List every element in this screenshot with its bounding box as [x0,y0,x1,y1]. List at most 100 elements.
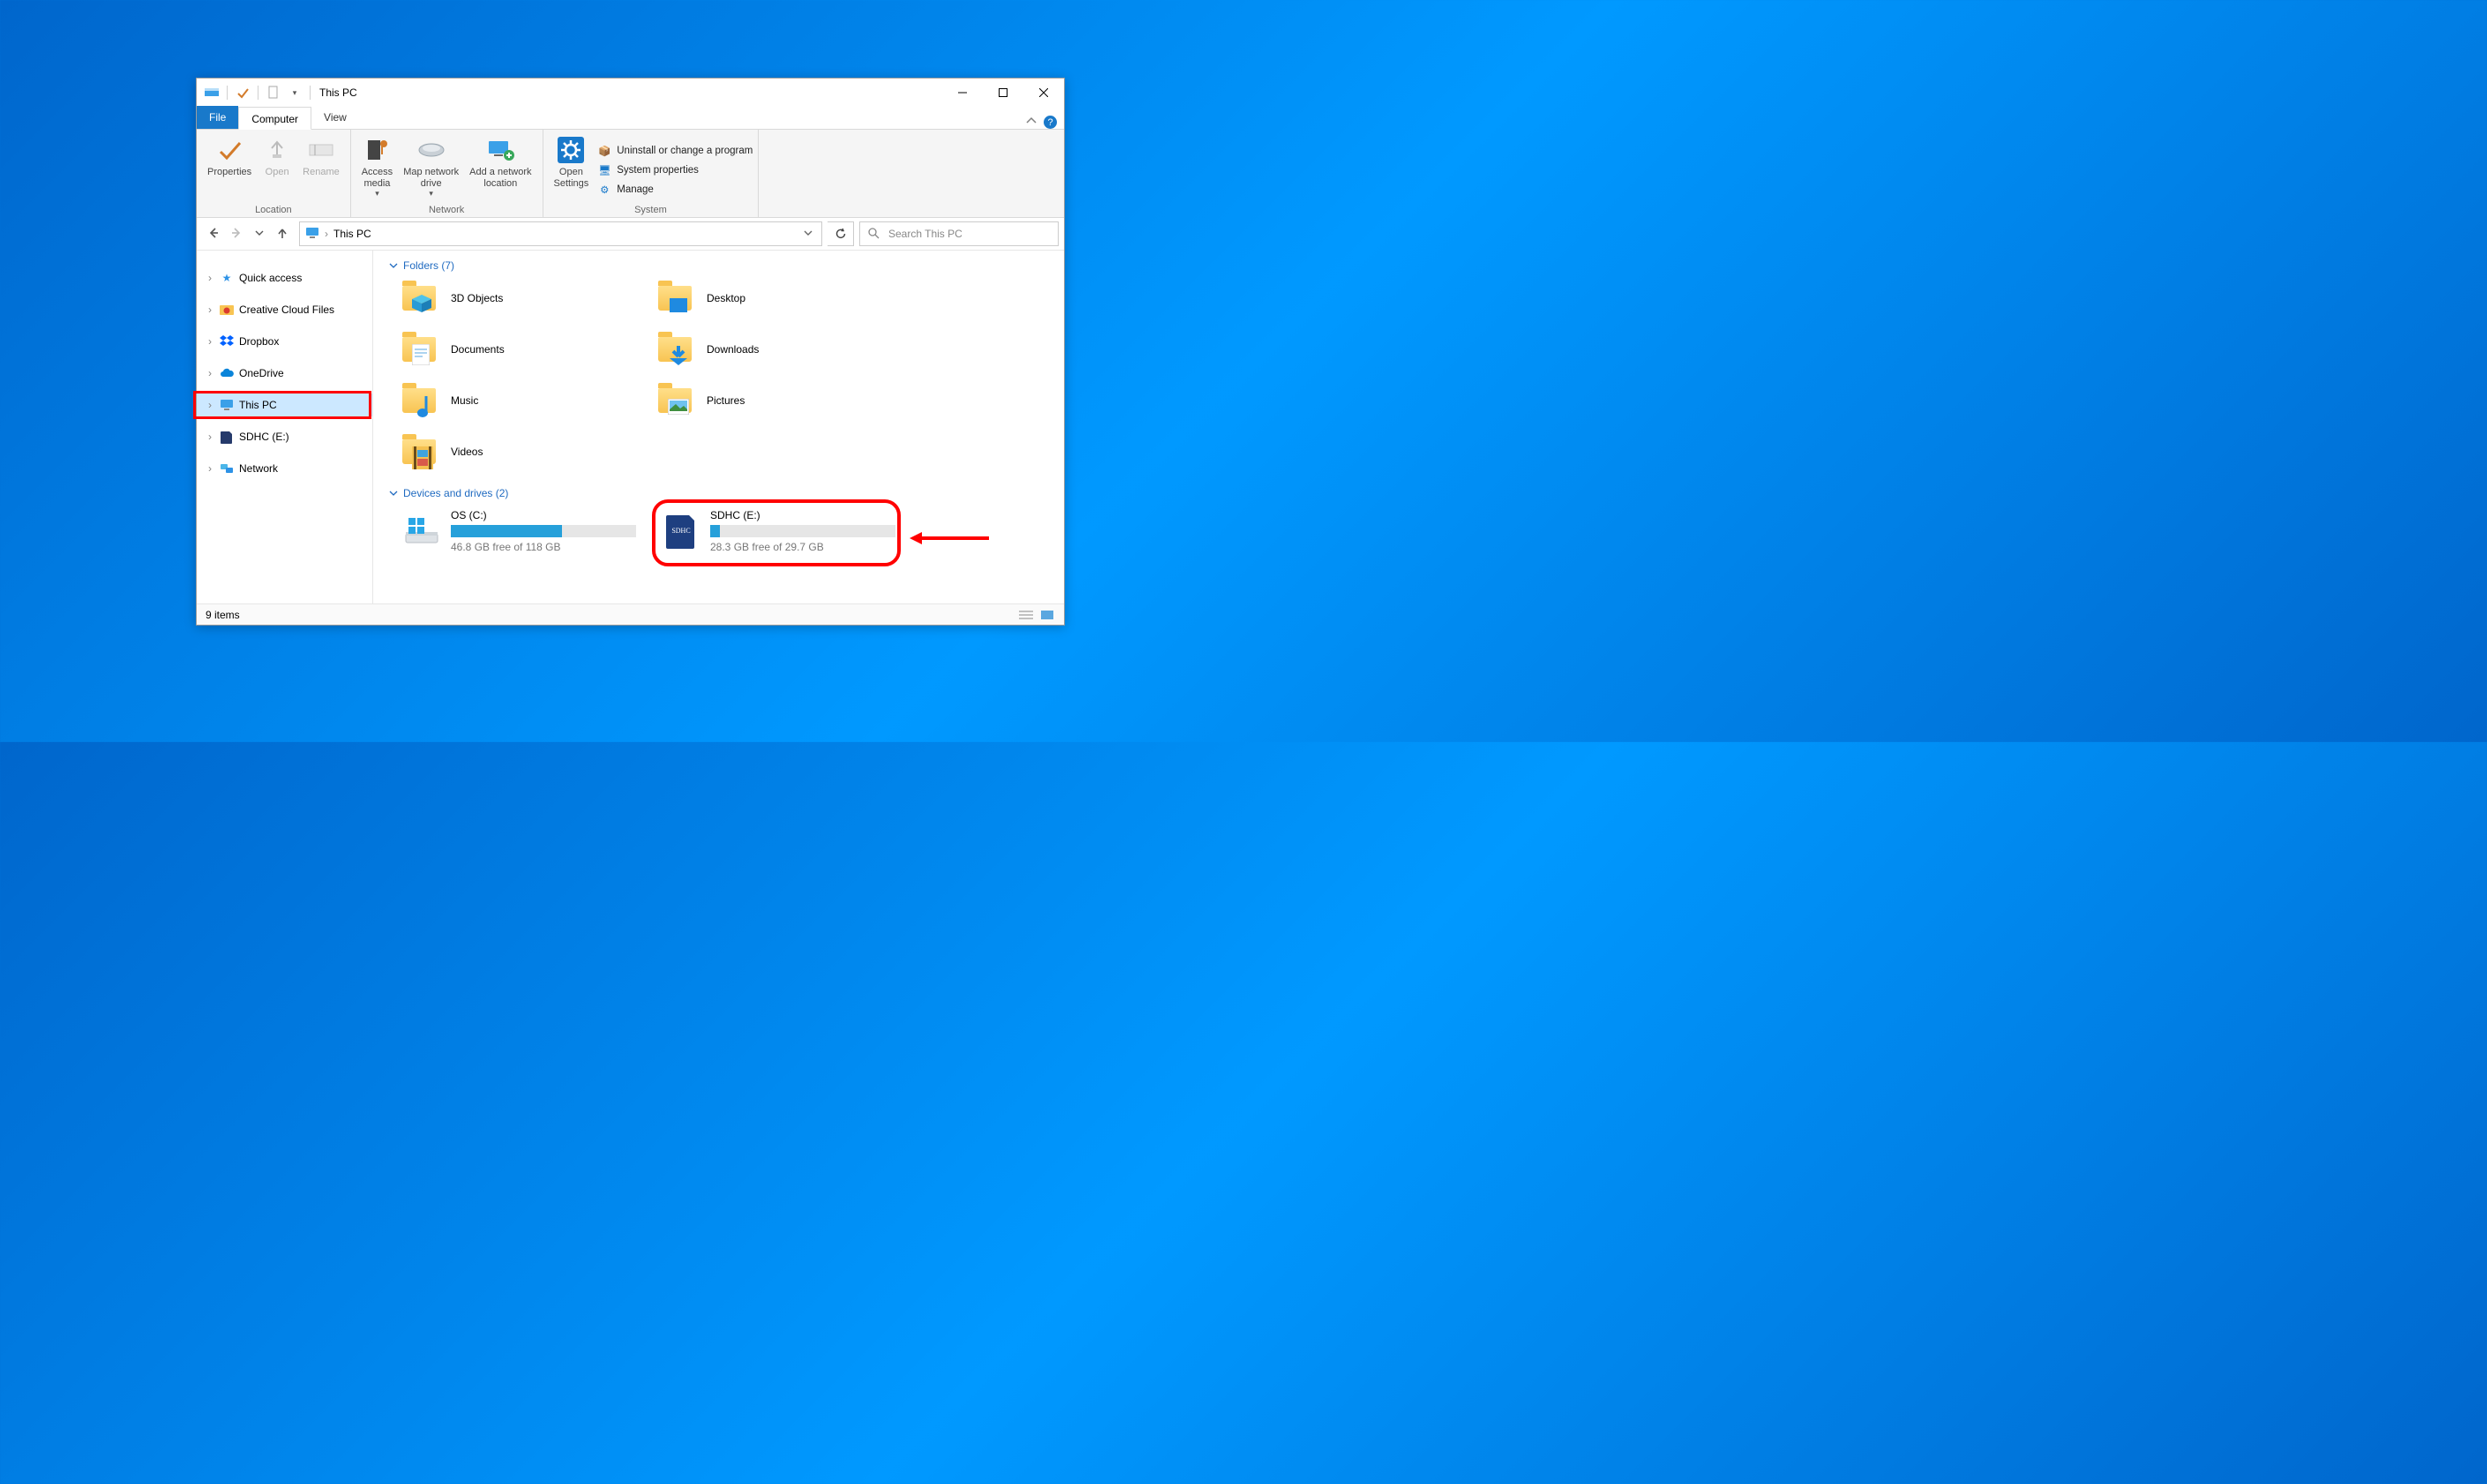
folder-videos[interactable]: Videos [400,432,647,471]
sidebar-item-quick-access[interactable]: › ★ Quick access [197,266,372,289]
separator [227,86,228,100]
folder-icon [400,383,438,418]
forward-button[interactable] [228,227,244,242]
add-network-location-button[interactable]: Add a network location [464,131,536,205]
rename-icon [306,135,336,165]
minimize-button[interactable] [942,79,983,106]
sd-card-icon: SDHC [663,513,700,550]
up-button[interactable] [274,227,290,242]
window-title: This PC [314,86,357,99]
folder-downloads[interactable]: Downloads [655,330,903,369]
drive-name: SDHC (E:) [710,509,895,521]
search-input[interactable] [887,227,1051,241]
close-button[interactable] [1023,79,1064,106]
folder-icon [400,434,438,469]
properties-button[interactable]: Properties [202,131,257,205]
capacity-bar [451,525,636,537]
tab-file[interactable]: File [197,106,238,129]
collapse-ribbon-icon[interactable] [1026,116,1037,129]
recent-locations-button[interactable] [251,228,267,240]
sidebar-item-network[interactable]: › Network [197,457,372,480]
tab-view[interactable]: View [311,106,359,129]
address-bar[interactable]: › This PC [299,221,822,246]
qat-customize-icon[interactable] [285,83,304,102]
qat-new-icon[interactable] [264,83,283,102]
content: Folders (7) 3D Objects Desktop [373,251,1064,603]
chevron-right-icon: › [206,335,214,348]
drive-sdhc-e[interactable]: SDHC SDHC (E:) 28.3 GB free of 29.7 GB [659,506,915,556]
drives-header[interactable]: Devices and drives (2) [389,487,1059,499]
folders-header[interactable]: Folders (7) [389,259,1059,272]
address-dropdown-icon[interactable] [800,228,816,240]
qat-properties-icon[interactable] [233,83,252,102]
drive-icon [416,135,446,165]
sidebar-item-this-pc[interactable]: › This PC [197,393,372,416]
this-pc-icon [305,227,319,241]
status-bar: 9 items [197,603,1064,625]
breadcrumb-sep: › [325,228,328,240]
sidebar-item-creative-cloud[interactable]: › Creative Cloud Files [197,298,372,321]
media-icon [362,135,392,165]
chevron-right-icon: › [206,367,214,379]
ribbon-group-location: Properties Open Rename Location [197,130,351,217]
open-button: Open [257,131,297,205]
large-icons-view-button[interactable] [1039,609,1055,621]
folder-music[interactable]: Music [400,381,647,420]
sidebar-item-dropbox[interactable]: › Dropbox [197,330,372,353]
group-label: Location [255,205,292,217]
folder-pictures[interactable]: Pictures [655,381,903,420]
access-media-button[interactable]: Access media [356,131,398,205]
separator [310,86,311,100]
explorer-window: This PC File Computer View ? [196,78,1065,626]
chevron-right-icon: › [206,462,214,475]
back-button[interactable] [206,227,221,242]
program-icon: 📦 [597,144,611,158]
sidebar-item-onedrive[interactable]: › OneDrive [197,362,372,385]
ribbon-group-system: Open Settings 📦 Uninstall or change a pr… [543,130,760,217]
pc-icon: 🖥 [597,163,611,177]
capacity-bar [710,525,895,537]
body: › ★ Quick access › Creative Cloud Files … [197,251,1064,603]
refresh-button[interactable] [828,221,854,246]
app-icon [202,83,221,102]
maximize-button[interactable] [983,79,1023,106]
navbar: › This PC [197,218,1064,251]
cloud-icon [220,366,234,380]
map-network-drive-button[interactable]: Map network drive [398,131,464,205]
annotation-arrow [910,529,989,547]
cc-folder-icon [220,303,234,317]
tab-computer[interactable]: Computer [238,107,311,130]
svg-text:SDHC: SDHC [671,527,690,535]
titlebar: This PC [197,79,1064,107]
search-box[interactable] [859,221,1059,246]
drive-os-c[interactable]: OS (C:) 46.8 GB free of 118 GB [400,506,655,556]
network-icon [220,461,234,476]
drive-free: 46.8 GB free of 118 GB [451,541,636,553]
drive-name: OS (C:) [451,509,636,521]
folder-icon [655,332,694,367]
folder-3d-objects[interactable]: 3D Objects [400,279,647,318]
manage-link[interactable]: ⚙ Manage [597,183,753,197]
system-links: 📦 Uninstall or change a program 🖥 System… [594,131,753,205]
chevron-right-icon: › [206,399,214,411]
sidebar-item-sdhc[interactable]: › SDHC (E:) [197,425,372,448]
uninstall-link[interactable]: 📦 Uninstall or change a program [597,144,753,158]
star-icon: ★ [220,271,234,285]
search-icon [867,227,880,242]
folder-documents[interactable]: Documents [400,330,647,369]
open-settings-button[interactable]: Open Settings [549,131,595,205]
ribbon-tabs: File Computer View ? [197,107,1064,130]
details-view-button[interactable] [1018,609,1034,621]
window-controls [942,79,1064,106]
breadcrumb[interactable]: This PC [333,228,371,240]
chevron-down-icon [389,261,398,270]
system-properties-link[interactable]: 🖥 System properties [597,163,753,177]
folder-desktop[interactable]: Desktop [655,279,903,318]
help-icon[interactable]: ? [1044,116,1057,129]
checkmark-icon [214,135,244,165]
quick-access-toolbar [197,83,314,102]
sd-card-icon [220,430,234,444]
monitor-plus-icon [485,135,515,165]
chevron-right-icon: › [206,304,214,316]
status-items: 9 items [206,609,240,621]
